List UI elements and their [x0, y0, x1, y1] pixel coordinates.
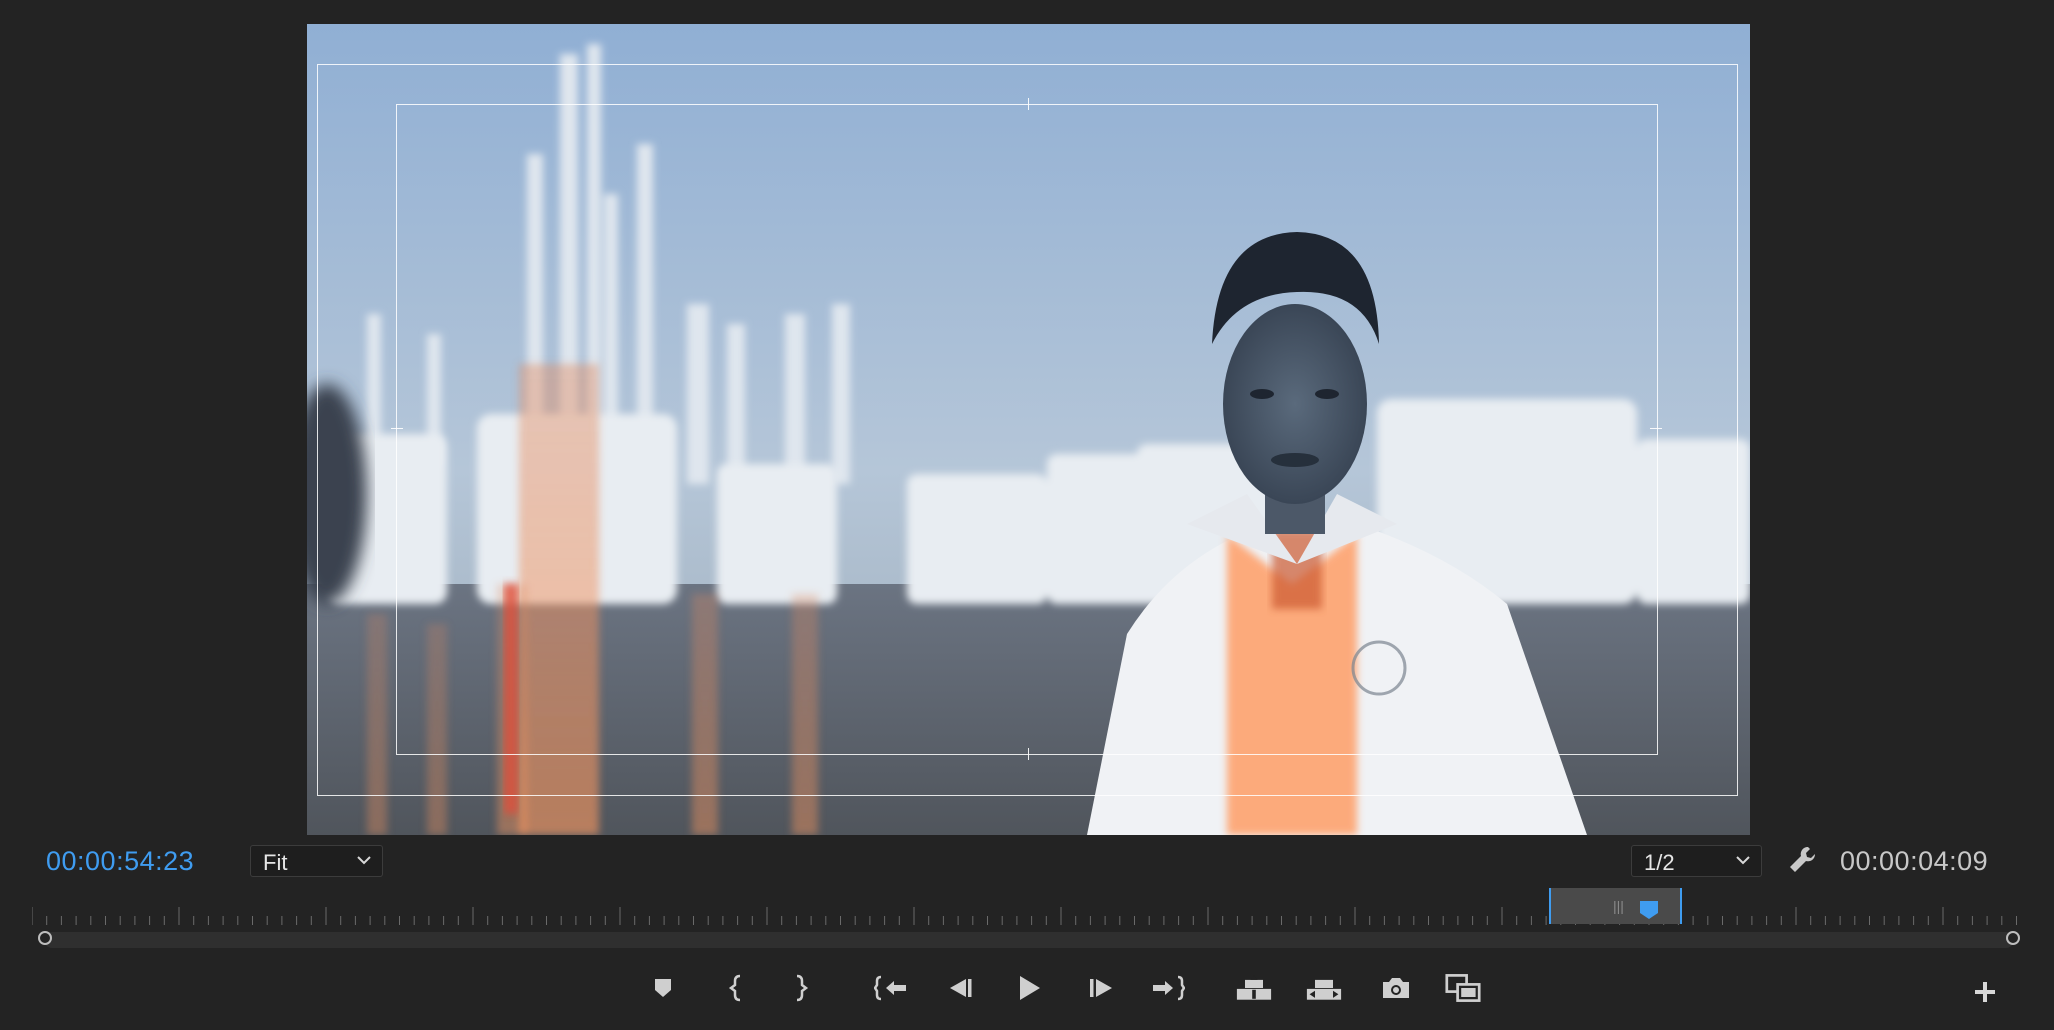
playhead-timecode[interactable]: 00:00:54:23 [46, 846, 194, 877]
zoom-handle-right[interactable] [2006, 931, 2020, 945]
mark-in-button[interactable] [719, 970, 755, 1006]
step-forward-icon [1090, 979, 1112, 997]
add-marker-button[interactable] [645, 970, 681, 1006]
lift-button[interactable] [1236, 970, 1272, 1006]
marker-icon [655, 979, 671, 997]
step-forward-button[interactable] [1083, 970, 1119, 1006]
wrench-icon[interactable] [1786, 844, 1818, 876]
extract-button[interactable] [1306, 970, 1342, 1006]
camera-icon [1383, 978, 1409, 998]
mark-out-icon [796, 974, 809, 1002]
zoom-level-dropdown[interactable]: Fit [250, 845, 383, 877]
center-mark-bottom [1028, 748, 1029, 760]
go-to-in-button[interactable] [873, 970, 909, 1006]
extract-icon [1306, 979, 1342, 1000]
chevron-down-icon [1736, 856, 1750, 865]
center-mark-right [1650, 428, 1662, 429]
chevron-down-icon [357, 856, 371, 865]
mark-out-button[interactable] [782, 970, 818, 1006]
center-mark-left [391, 428, 403, 429]
step-back-button[interactable] [942, 970, 978, 1006]
zoom-scroll-bar[interactable] [44, 932, 2014, 948]
go-to-out-button[interactable] [1150, 970, 1186, 1006]
comparison-view-icon [1445, 974, 1481, 1002]
play-button[interactable] [1011, 970, 1047, 1006]
zoom-handle-left[interactable] [38, 931, 52, 945]
zoom-level-value: Fit [263, 850, 288, 875]
duration-timecode: 00:00:04:09 [1840, 846, 1989, 876]
center-mark-top [1028, 98, 1029, 110]
lift-icon [1236, 975, 1272, 1000]
mark-in-icon [728, 974, 741, 1002]
step-back-icon [950, 979, 972, 997]
go-to-out-icon [1153, 975, 1185, 1001]
play-icon [1020, 976, 1040, 1000]
time-ruler[interactable] [32, 903, 2018, 928]
grip-icon: ||| [1613, 898, 1624, 914]
go-to-in-icon [874, 975, 906, 1001]
plus-icon[interactable] [1972, 979, 1998, 1005]
work-area-bar[interactable]: ||| [1549, 888, 1682, 924]
export-frame-button[interactable] [1378, 970, 1414, 1006]
program-monitor-frame[interactable] [307, 24, 1750, 835]
playback-resolution-value: 1/2 [1644, 850, 1675, 875]
playback-resolution-dropdown[interactable]: 1/2 [1631, 845, 1762, 877]
comparison-view-button[interactable] [1445, 970, 1481, 1006]
playhead-marker[interactable] [1639, 900, 1659, 920]
video-frame-image [307, 24, 1750, 835]
